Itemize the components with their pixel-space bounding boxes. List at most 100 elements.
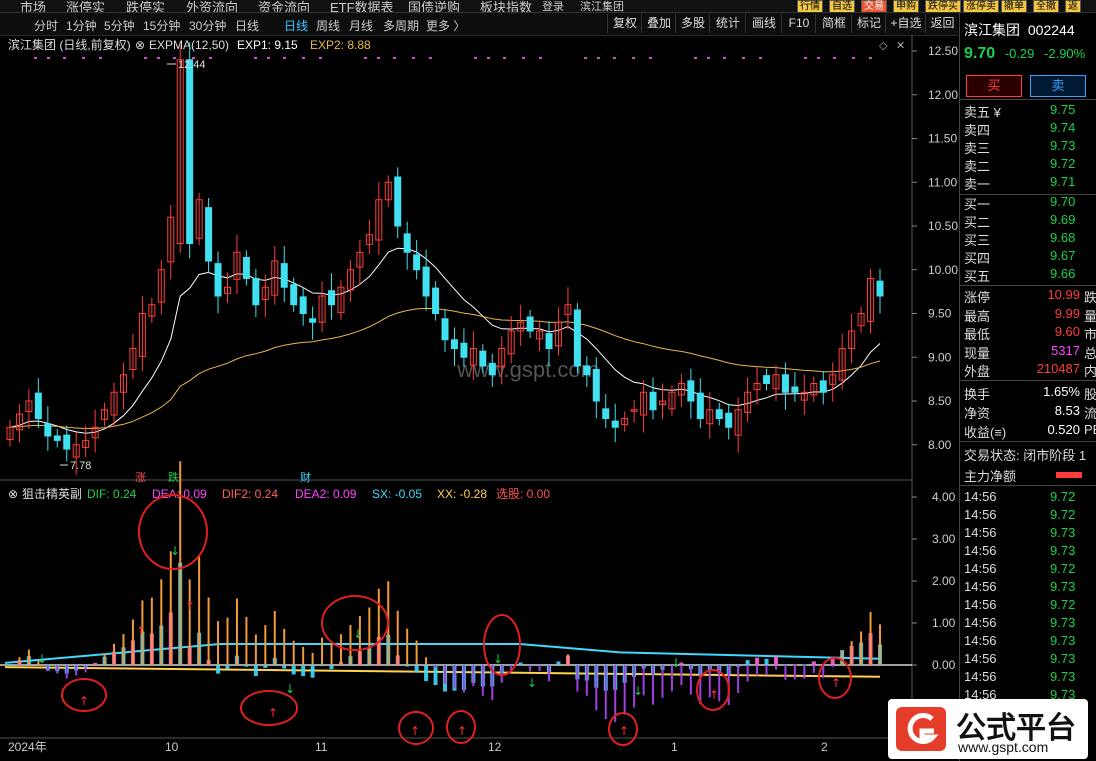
tool-add-watch[interactable]: +自选 [885, 14, 926, 33]
nav-limit-down[interactable]: 跌停实 [126, 0, 165, 12]
divider [960, 285, 1096, 286]
main-net-row: 主力净额 [964, 466, 1016, 485]
btn-limitup-sell[interactable]: 涨停卖 [963, 0, 999, 12]
period-more[interactable]: 更多 〉 [426, 17, 465, 34]
close-icon[interactable]: ✕ [896, 40, 905, 52]
up-arrow-icon: ↑ [831, 676, 841, 690]
tick-price: 9.72 [1050, 561, 1076, 576]
candle-body [252, 278, 260, 306]
signal-dash [63, 57, 66, 59]
quote-row[interactable]: 买四 9.67 [964, 248, 1075, 267]
stat-label: 涨停 [964, 290, 991, 305]
tool-simple-frame[interactable]: 简框 [815, 14, 852, 33]
histogram-bar [764, 658, 769, 665]
period-tick[interactable]: 分时 [34, 17, 58, 34]
btn-cancel-all[interactable]: 全撤 [1033, 0, 1059, 12]
histogram-bar [282, 665, 287, 669]
signal-dash [283, 57, 286, 59]
tool-back[interactable]: 返回 [925, 14, 959, 33]
candle-body [328, 290, 336, 306]
candlesticks [6, 42, 884, 475]
period-60m[interactable]: 日线 [235, 17, 259, 34]
nav-foreign-flow[interactable]: 外资流向 [186, 0, 238, 12]
histogram-bar [244, 665, 249, 667]
exp2-label: EXP2: 8.88 [310, 38, 371, 52]
period-5m[interactable]: 5分钟 [104, 17, 135, 34]
indicator-label[interactable]: EXPMA(12,50) [149, 38, 229, 52]
tool-mark[interactable]: 标记 [851, 14, 886, 33]
login-link[interactable]: 登录 [542, 0, 564, 12]
candle-body [687, 380, 695, 402]
nav-repo[interactable]: 国债逆购 [408, 0, 460, 12]
btn-ipo[interactable]: 申购 [893, 0, 919, 12]
btn-back-top[interactable]: 返 [1065, 0, 1081, 12]
signal-dash [759, 57, 762, 59]
stat-label: 净资 [964, 406, 991, 421]
brand-watermark: 公式平台 www.gspt.com [888, 699, 1088, 759]
quote-row[interactable]: 买二 9.69 [964, 212, 1075, 231]
tick-time: 14:56 [964, 489, 997, 504]
stat-row: 最高 9.99 量 [964, 306, 1096, 325]
tool-f10[interactable]: F10 [781, 14, 816, 33]
quote-row-price: 9.68 [1050, 230, 1076, 245]
period-1m[interactable]: 1分钟 [66, 17, 97, 34]
quote-row-label: 卖五 ¥ [964, 105, 1001, 120]
period-30m[interactable]: 30分钟 [189, 17, 226, 34]
signal-dash [649, 57, 652, 59]
main-y-axis: 12.50 12.00 11.50 11.00 10.50 10.00 9.50 9.00 8.… [912, 44, 958, 452]
candle-body [214, 263, 222, 297]
down-arrow-icon: ↓ [37, 652, 47, 666]
btn-trade[interactable]: 交易 [861, 0, 887, 12]
chart-area[interactable]: 滨江集团 (日线,前复权) ⊗ EXPMA(12,50) EXP1: 9.15 … [0, 35, 958, 761]
tool-draw[interactable]: 画线 [745, 14, 782, 33]
period-weekly[interactable]: 周线 [316, 17, 340, 34]
signal-dash [302, 57, 305, 59]
quote-row[interactable]: 卖二 9.72 [964, 156, 1075, 175]
quote-row[interactable]: 卖一 9.71 [964, 174, 1075, 193]
nav-capital-flow[interactable]: 资金流向 [258, 0, 310, 12]
period-15m[interactable]: 15分钟 [143, 17, 180, 34]
stat-suffix: 量 [1084, 308, 1096, 324]
quote-row[interactable]: 卖四 9.74 [964, 120, 1075, 139]
stat-label: 收益(≡) [964, 425, 1007, 440]
tool-adjust[interactable]: 复权 [607, 14, 642, 33]
btn-cancel[interactable]: 撤单 [1001, 0, 1027, 12]
max-price-label: 12.44 [178, 59, 206, 71]
quote-row[interactable]: 买一 9.70 [964, 194, 1075, 213]
quote-row[interactable]: 卖五 ¥ 9.75 [964, 102, 1075, 121]
nav-sector-index[interactable]: 板块指数 [480, 0, 532, 12]
period-monthly[interactable]: 月线 [349, 17, 373, 34]
tool-overlay[interactable]: 叠加 [641, 14, 676, 33]
price-change: -0.29 [1004, 46, 1035, 61]
sub-indicator-name[interactable]: 狙击精英副 [22, 487, 82, 501]
nav-limit-up[interactable]: 涨停实 [66, 0, 105, 12]
period-multi[interactable]: 多周期 [383, 17, 419, 34]
sell-button[interactable]: 卖 [1030, 75, 1086, 97]
nav-etf[interactable]: ETF数据表 [330, 0, 394, 12]
btn-limitdown-buy[interactable]: 跌停买 [925, 0, 961, 12]
tool-multistock[interactable]: 多股 [675, 14, 710, 33]
quote-row[interactable]: 买三 9.68 [964, 230, 1075, 249]
sx-line [4, 643, 881, 664]
nav-market[interactable]: 市场 [20, 0, 46, 12]
candle-body [299, 296, 307, 314]
tool-stats[interactable]: 统计 [709, 14, 746, 33]
sub-y-tick-label: 4.00 [932, 490, 956, 504]
histogram-bar [216, 665, 221, 674]
quote-row[interactable]: 买五 9.66 [964, 266, 1075, 285]
quote-row[interactable]: 卖三 9.73 [964, 138, 1075, 157]
btn-quote[interactable]: 行情 [797, 0, 823, 12]
tick-price: 9.73 [1050, 651, 1076, 666]
dea2-label: DEA2: 0.09 [295, 487, 357, 501]
stat-value: 0.520 [1047, 422, 1080, 437]
signal-dash [852, 57, 855, 59]
candle-body [441, 318, 449, 341]
signal-dash [254, 57, 257, 59]
sx-label: SX: -0.05 [372, 487, 422, 501]
stat-label: 最低 [964, 327, 991, 342]
diamond-icon[interactable]: ◇ [879, 40, 888, 52]
buy-button[interactable]: 买 [966, 75, 1022, 97]
candle-body [403, 233, 411, 253]
period-daily[interactable]: 日线 [284, 17, 308, 34]
btn-watchlist[interactable]: 自选 [829, 0, 855, 12]
